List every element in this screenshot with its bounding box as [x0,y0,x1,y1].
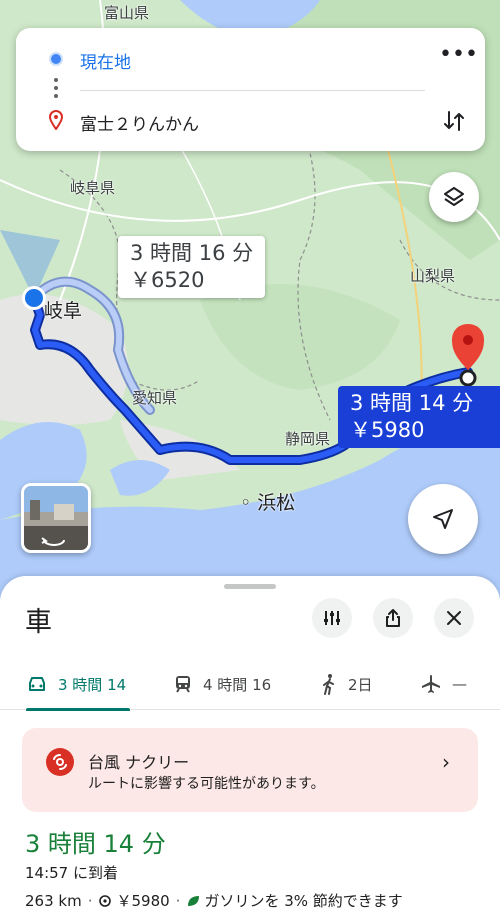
tab-walk[interactable]: 2日 [320,658,373,710]
tab-transit[interactable]: 4 時間 16 [173,658,271,710]
street-view-image [24,486,88,550]
alert-description: ルートに影響する可能性があります。 [88,776,325,792]
tab-walk-label: 2日 [348,675,373,694]
tab-flight[interactable]: — [420,658,467,710]
route-distance: 263 km [25,891,82,910]
map-label-yamanashi: 山梨県 [410,267,456,285]
map-label-hamamatsu: ◦ 浜松 [240,492,296,514]
map-label-hamamatsu-text: 浜松 [257,492,296,514]
flight-icon [422,675,440,693]
share-icon [386,609,400,627]
street-view-thumbnail[interactable] [21,483,91,553]
layers-button[interactable] [429,172,479,222]
main-route-bubble[interactable]: 3 時間 14 分 ￥5980 [338,386,500,448]
route-duration: 3 時間 14 分 [25,830,166,858]
separator-dot: · [175,891,181,910]
close-button[interactable] [434,598,474,638]
alt-route-bubble[interactable]: 3 時間 16 分 ￥6520 [118,236,266,298]
destination-pin-icon [49,110,63,130]
arrival-time: 14:57 に到着 [25,864,118,882]
tab-flight-label: — [452,675,467,693]
eco-savings: ガソリンを 3% 節約できます [204,892,403,910]
tab-car-label: 3 時間 14 [58,675,127,694]
route-dots-icon [54,78,58,102]
tab-car[interactable]: 3 時間 14 [26,658,131,711]
typhoon-swirl-icon [53,754,67,770]
layers-icon [444,187,464,206]
typhoon-alert-card[interactable]: 台風 ナクリー ルートに影響する可能性があります。 › [22,728,478,812]
typhoon-icon [46,748,74,776]
route-toll: ￥5980 [116,892,170,910]
eco-leaf-icon [188,895,200,906]
separator-dot: · [87,891,93,910]
chevron-right-icon: › [442,750,450,774]
origin-field[interactable]: 現在地 [80,48,131,73]
map-view[interactable]: 富山県 岐阜県 岐阜 愛知県 山梨県 静岡県 ◦ 浜松 3 時間 16 分 ￥6… [0,0,500,600]
map-label-gifu-city: 岐阜 [44,300,83,322]
travel-mode-tabs: 3 時間 14 4 時間 16 2日 — [0,658,500,711]
my-location-button[interactable] [408,484,478,554]
directions-search-card: 現在地 富士２りんかん ••• [16,28,485,151]
tab-transit-label: 4 時間 16 [203,675,272,694]
swap-icon[interactable] [439,106,469,136]
alt-route-time: 3 時間 16 分 [130,241,254,265]
sheet-title: 車 [25,607,52,638]
route-options-button[interactable] [312,598,352,638]
field-divider [80,90,425,91]
train-icon [176,676,190,693]
alert-title: 台風 ナクリー [88,753,190,772]
destination-field[interactable]: 富士２りんかん [80,110,199,135]
share-button[interactable] [373,598,413,638]
map-label-aichi: 愛知県 [132,389,178,407]
car-icon [29,677,45,691]
map-label-shizuoka: 静岡県 [285,430,331,448]
navigation-arrow-icon [433,509,453,529]
tune-icon [324,611,340,625]
route-summary: 263 km · ￥5980 · ガソリンを 3% 節約できます [25,890,403,911]
main-route-toll: ￥5980 [350,418,425,442]
map-label-gifu-pref: 岐阜県 [70,179,116,197]
alt-route-toll: ￥6520 [130,268,205,292]
map-label-toyama: 富山県 [104,4,150,22]
origin-dot-icon [49,52,63,66]
walk-icon [323,674,334,695]
close-icon [447,611,461,625]
sheet-drag-handle[interactable] [224,584,276,589]
more-options-button[interactable]: ••• [439,44,478,70]
main-route-time: 3 時間 14 分 [350,391,474,415]
directions-sheet: 車 3 時間 14 4 時間 16 2日 — 台風 ナクリー ルートに影響する可… [0,576,500,922]
toll-icon [99,894,112,907]
